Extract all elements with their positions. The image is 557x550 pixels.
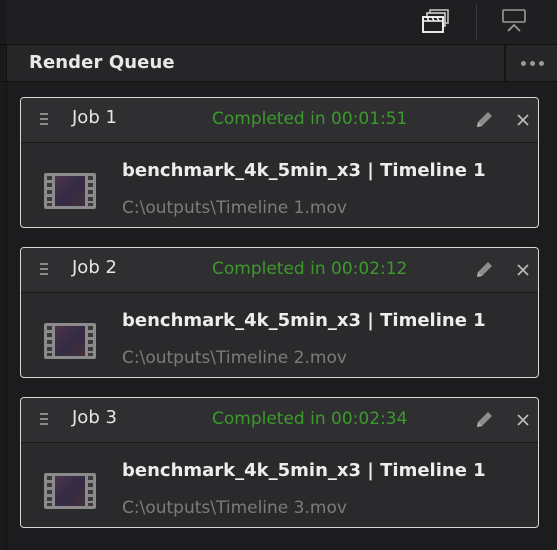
close-icon[interactable] xyxy=(513,410,533,430)
job-status: Completed in 00:01:51 xyxy=(212,109,408,129)
close-graphic xyxy=(517,114,529,126)
drag-handle-icon[interactable] xyxy=(40,113,50,125)
drag-handle-icon[interactable] xyxy=(40,413,50,425)
drag-handle-icon[interactable] xyxy=(40,263,50,275)
film-clip-icon xyxy=(44,173,96,209)
pencil-graphic xyxy=(477,412,492,427)
job-label: Job 2 xyxy=(72,257,117,278)
ellipsis-dot xyxy=(538,60,544,66)
render-queue-icon-graphic xyxy=(422,9,449,33)
ellipsis-icon[interactable] xyxy=(514,51,550,75)
ellipsis-dot xyxy=(529,60,535,66)
job-body: benchmark_4k_5min_x3 | Timeline 1 C:\out… xyxy=(21,293,538,377)
film-clip-icon xyxy=(44,473,96,509)
job-header: Job 3 Completed in 00:02:34 xyxy=(21,398,538,443)
close-icon[interactable] xyxy=(513,110,533,130)
job-header: Job 1 Completed in 00:01:51 xyxy=(21,98,538,143)
panel-title: Render Queue xyxy=(29,52,175,73)
job-status: Completed in 00:02:12 xyxy=(212,259,408,279)
job-body: benchmark_4k_5min_x3 | Timeline 1 C:\out… xyxy=(21,143,538,227)
job-label: Job 1 xyxy=(72,107,117,128)
output-icon-graphic xyxy=(502,9,526,32)
close-graphic xyxy=(517,264,529,276)
edit-pencil-icon[interactable] xyxy=(473,409,495,431)
film-clip-graphic xyxy=(44,473,96,509)
render-queue-window: Render Queue Job 1 Completed in 00:01:51 xyxy=(0,0,557,550)
job-card[interactable]: Job 3 Completed in 00:02:34 benchmark_4k… xyxy=(20,397,539,528)
top-toolbar xyxy=(0,0,557,45)
job-card[interactable]: Job 1 Completed in 00:01:51 benchmark_4k… xyxy=(20,97,539,228)
pencil-graphic xyxy=(477,262,492,277)
job-output-path: C:\outputs\Timeline 3.mov xyxy=(122,498,347,518)
toolbar-separator xyxy=(476,4,477,40)
job-header: Job 2 Completed in 00:02:12 xyxy=(21,248,538,293)
film-clip-graphic xyxy=(44,173,96,209)
job-name: benchmark_4k_5min_x3 | Timeline 1 xyxy=(122,160,486,181)
pencil-graphic xyxy=(477,112,492,127)
job-name: benchmark_4k_5min_x3 | Timeline 1 xyxy=(122,460,486,481)
film-clip-icon xyxy=(44,323,96,359)
panel-header-left-edge xyxy=(0,45,7,81)
output-icon[interactable] xyxy=(498,6,530,38)
panel-header: Render Queue xyxy=(0,45,557,82)
panel-header-divider xyxy=(504,45,506,81)
job-label: Job 3 xyxy=(72,407,117,428)
edit-pencil-icon[interactable] xyxy=(473,109,495,131)
close-graphic xyxy=(517,414,529,426)
job-output-path: C:\outputs\Timeline 1.mov xyxy=(122,198,347,218)
close-icon[interactable] xyxy=(513,260,533,280)
job-body: benchmark_4k_5min_x3 | Timeline 1 C:\out… xyxy=(21,443,538,527)
film-clip-graphic xyxy=(44,323,96,359)
render-queue-icon[interactable] xyxy=(421,6,453,38)
job-card[interactable]: Job 2 Completed in 00:02:12 benchmark_4k… xyxy=(20,247,539,378)
left-panel-edge xyxy=(0,82,7,550)
job-name: benchmark_4k_5min_x3 | Timeline 1 xyxy=(122,310,486,331)
job-output-path: C:\outputs\Timeline 2.mov xyxy=(122,348,347,368)
toolbar-left-edge xyxy=(0,0,6,44)
job-status: Completed in 00:02:34 xyxy=(212,409,408,429)
edit-pencil-icon[interactable] xyxy=(473,259,495,281)
ellipsis-dot xyxy=(520,60,526,66)
